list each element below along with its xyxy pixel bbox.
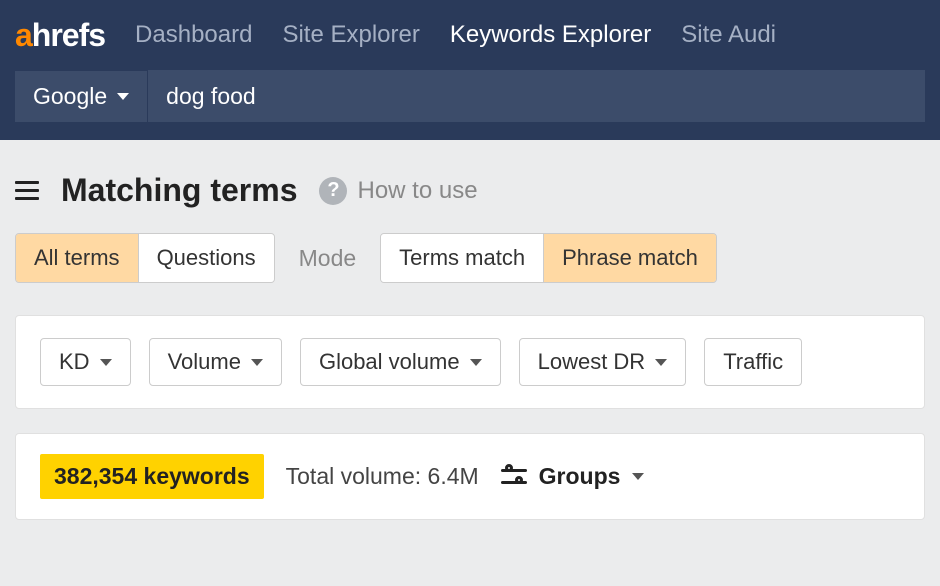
chevron-down-icon (632, 473, 644, 480)
nav-item-site-audit[interactable]: Site Audi (681, 21, 776, 49)
groups-control[interactable]: Groups (501, 463, 645, 490)
search-engine-label: Google (33, 83, 107, 110)
mode-tab-group: Terms match Phrase match (380, 233, 717, 283)
search-bar: Google (0, 70, 940, 140)
tab-questions[interactable]: Questions (138, 234, 274, 282)
filter-label: Global volume (319, 349, 460, 375)
nav-item-site-explorer[interactable]: Site Explorer (282, 21, 419, 49)
filter-kd[interactable]: KD (40, 338, 131, 386)
logo-prefix: a (15, 17, 32, 53)
chevron-down-icon (470, 359, 482, 366)
filter-volume[interactable]: Volume (149, 338, 282, 386)
nav-item-dashboard[interactable]: Dashboard (135, 21, 252, 49)
chevron-down-icon (251, 359, 263, 366)
search-engine-selector[interactable]: Google (15, 71, 148, 122)
help-icon: ? (319, 177, 347, 205)
nav-item-keywords-explorer[interactable]: Keywords Explorer (450, 21, 651, 49)
top-nav: ahrefs Dashboard Site Explorer Keywords … (0, 0, 940, 70)
help-label: How to use (357, 177, 477, 205)
logo[interactable]: ahrefs (15, 17, 105, 54)
filter-label: Lowest DR (538, 349, 646, 375)
sliders-icon (501, 467, 527, 487)
search-input[interactable] (148, 70, 925, 122)
page-title: Matching terms (61, 172, 297, 209)
menu-icon[interactable] (15, 181, 39, 200)
chevron-down-icon (655, 359, 667, 366)
type-tab-group: All terms Questions (15, 233, 275, 283)
filter-label: Volume (168, 349, 241, 375)
help-link[interactable]: ? How to use (319, 177, 477, 205)
filter-traffic[interactable]: Traffic (704, 338, 802, 386)
mode-label: Mode (299, 245, 357, 272)
tabs-row: All terms Questions Mode Terms match Phr… (0, 233, 940, 283)
filter-lowest-dr[interactable]: Lowest DR (519, 338, 687, 386)
summary-panel: 382,354 keywords Total volume: 6.4M Grou… (15, 433, 925, 520)
chevron-down-icon (100, 359, 112, 366)
groups-label: Groups (539, 463, 621, 490)
filter-global-volume[interactable]: Global volume (300, 338, 501, 386)
page-header: Matching terms ? How to use (0, 140, 940, 233)
filter-label: KD (59, 349, 90, 375)
tab-all-terms[interactable]: All terms (16, 234, 138, 282)
keyword-count-badge: 382,354 keywords (40, 454, 264, 499)
tab-terms-match[interactable]: Terms match (381, 234, 543, 282)
tab-phrase-match[interactable]: Phrase match (543, 234, 716, 282)
filter-label: Traffic (723, 349, 783, 375)
total-volume-label: Total volume: 6.4M (286, 463, 479, 490)
chevron-down-icon (117, 93, 129, 100)
filters-panel: KD Volume Global volume Lowest DR Traffi… (15, 315, 925, 409)
logo-rest: hrefs (32, 17, 105, 53)
